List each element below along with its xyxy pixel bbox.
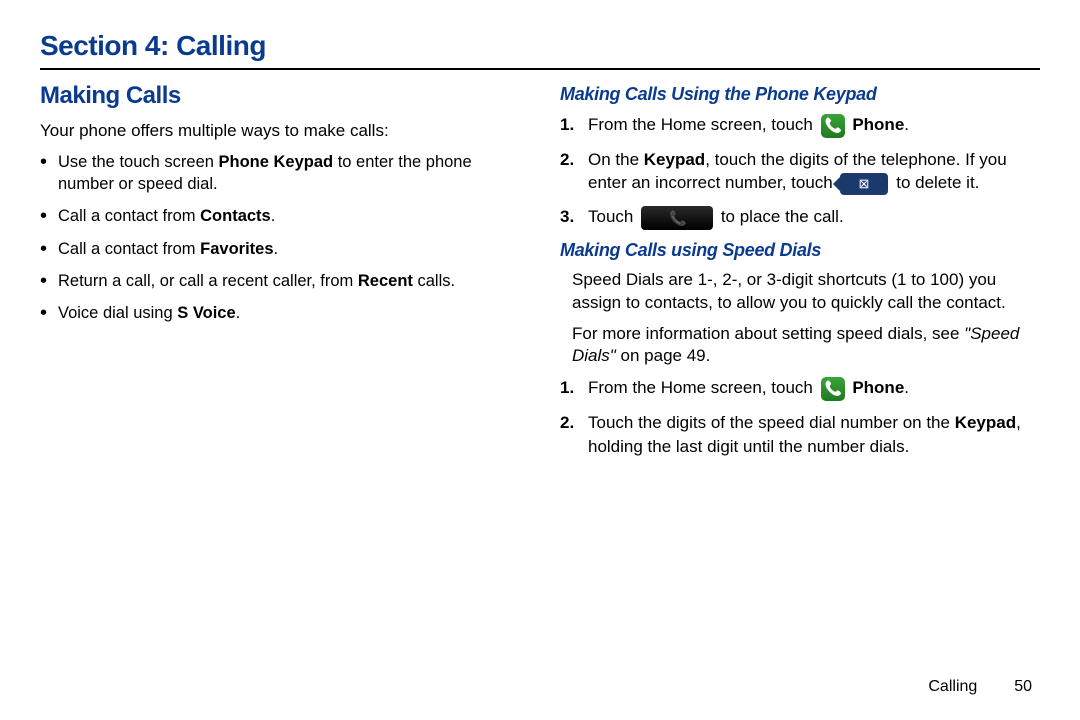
text: Call a contact from (58, 240, 200, 258)
keypad-subheading: Making Calls Using the Phone Keypad (560, 84, 1040, 105)
step-number: 3. (560, 205, 574, 229)
footer-section: Calling (928, 678, 977, 695)
list-item: Voice dial using S Voice. (58, 302, 520, 324)
text: Phone (852, 115, 904, 134)
text: On the (588, 150, 644, 169)
list-item: Call a contact from Favorites. (58, 238, 520, 260)
left-column: Making Calls Your phone offers multiple … (40, 82, 520, 468)
text: Recent (358, 272, 413, 290)
list-item: Return a call, or call a recent caller, … (58, 270, 520, 292)
footer-page-number: 50 (1014, 678, 1032, 695)
text: Phone (852, 378, 904, 397)
text: . (236, 304, 241, 322)
text: Favorites (200, 240, 273, 258)
text: . (271, 207, 276, 225)
text: From the Home screen, touch (588, 378, 818, 397)
speed-dials-subheading: Making Calls using Speed Dials (560, 240, 1040, 261)
content-columns: Making Calls Your phone offers multiple … (40, 82, 1040, 468)
calls-methods-list: Use the touch screen Phone Keypad to ent… (40, 151, 520, 325)
text: . (904, 378, 909, 397)
keypad-steps: 1. From the Home screen, touch Phone. 2.… (560, 113, 1040, 230)
list-item: 1. From the Home screen, touch Phone. (588, 376, 1040, 401)
text: Return a call, or call a recent caller, … (58, 272, 358, 290)
phone-app-icon (821, 114, 845, 138)
text: on page 49. (616, 346, 711, 365)
text: to place the call. (721, 207, 844, 226)
page-footer: Calling 50 (928, 678, 1032, 696)
list-item: Call a contact from Contacts. (58, 205, 520, 227)
list-item: Use the touch screen Phone Keypad to ent… (58, 151, 520, 196)
text: Touch (588, 207, 638, 226)
text: Keypad (644, 150, 705, 169)
phone-app-icon (821, 377, 845, 401)
step-number: 1. (560, 376, 574, 400)
text: . (904, 115, 909, 134)
speed-dials-ref: For more information about setting speed… (560, 323, 1040, 369)
right-column: Making Calls Using the Phone Keypad 1. F… (560, 82, 1040, 468)
text: . (274, 240, 279, 258)
text: Use the touch screen (58, 153, 219, 171)
list-item: 2. Touch the digits of the speed dial nu… (588, 411, 1040, 459)
text: Keypad (955, 413, 1016, 432)
step-number: 1. (560, 113, 574, 137)
text: Call a contact from (58, 207, 200, 225)
text: Touch the digits of the speed dial numbe… (588, 413, 955, 432)
making-calls-heading: Making Calls (40, 82, 520, 110)
title-rule (40, 68, 1040, 70)
list-item: 1. From the Home screen, touch Phone. (588, 113, 1040, 138)
text: For more information about setting speed… (572, 324, 964, 343)
intro-text: Your phone offers multiple ways to make … (40, 120, 520, 143)
text: to delete it. (896, 173, 979, 192)
text: S Voice (177, 304, 235, 322)
backspace-icon (840, 173, 888, 195)
call-button-icon (641, 206, 713, 230)
page-title: Section 4: Calling (40, 30, 1040, 62)
list-item: 3. Touch to place the call. (588, 205, 1040, 230)
text: calls. (413, 272, 455, 290)
step-number: 2. (560, 411, 574, 435)
text: Contacts (200, 207, 271, 225)
step-number: 2. (560, 148, 574, 172)
text: Voice dial using (58, 304, 177, 322)
speed-dials-intro: Speed Dials are 1-, 2-, or 3-digit short… (560, 269, 1040, 315)
text: Phone Keypad (219, 153, 334, 171)
speed-dials-steps: 1. From the Home screen, touch Phone. 2.… (560, 376, 1040, 458)
text: From the Home screen, touch (588, 115, 818, 134)
list-item: 2. On the Keypad, touch the digits of th… (588, 148, 1040, 196)
